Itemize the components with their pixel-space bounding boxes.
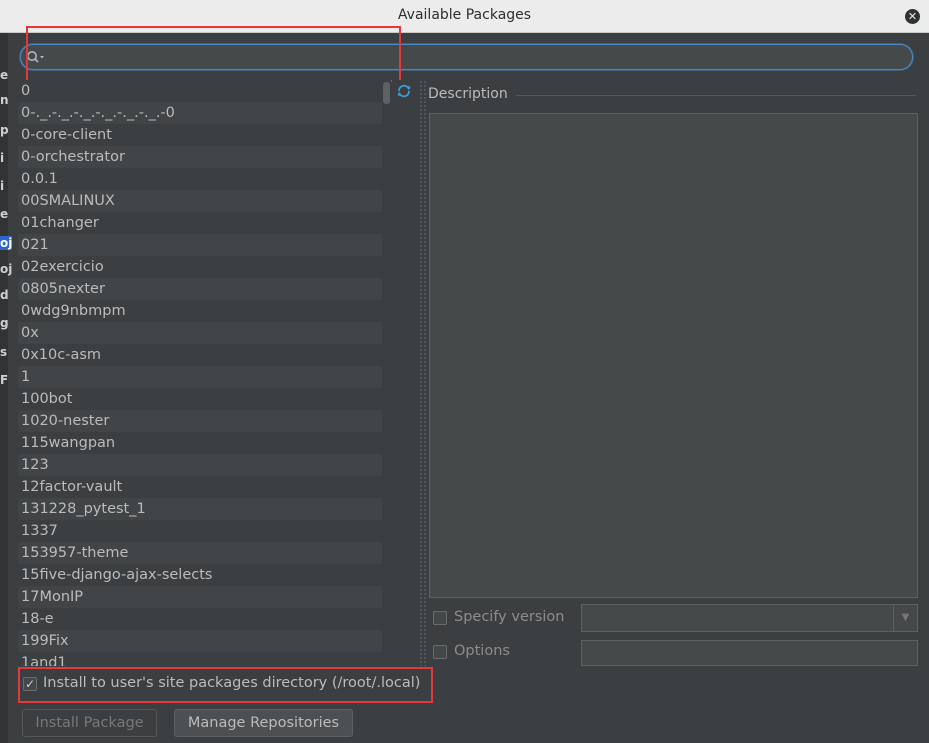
strip-letter: p [0, 123, 9, 137]
strip-letter: d [0, 288, 9, 302]
scrollbar-thumb[interactable] [383, 82, 390, 104]
background-window-strip: e n p i i e oj oj d g s F [0, 33, 13, 743]
search-icon[interactable] [25, 49, 45, 65]
package-list-item[interactable]: 1020-nester [18, 410, 391, 432]
package-list-item[interactable]: 17MonIP [18, 586, 391, 608]
specify-version-label: Specify version [454, 609, 565, 625]
description-panel [429, 113, 918, 598]
install-package-button[interactable]: Install Package [22, 709, 157, 737]
strip-letter: i [0, 151, 5, 165]
install-to-user-label: Install to user's site packages director… [43, 675, 421, 691]
refresh-icon[interactable] [396, 83, 412, 99]
strip-letter: e [0, 207, 9, 221]
package-list-item[interactable]: 1 [18, 366, 391, 388]
manage-repositories-button[interactable]: Manage Repositories [174, 709, 353, 737]
package-list-item[interactable]: 15five-django-ajax-selects [18, 564, 391, 586]
available-packages-dialog: Available Packages ✕ e n p i i e oj oj d… [0, 0, 929, 743]
package-list-item[interactable]: 115wangpan [18, 432, 391, 454]
strip-letter: n [0, 93, 9, 107]
package-list-item[interactable]: 153957-theme [18, 542, 391, 564]
package-list-item[interactable]: 0x10c-asm [18, 344, 391, 366]
package-list-item[interactable]: 0.0.1 [18, 168, 391, 190]
options-input[interactable] [581, 640, 918, 666]
version-select[interactable]: ▼ [581, 604, 918, 632]
panel-splitter[interactable] [419, 80, 427, 666]
chevron-down-icon[interactable]: ▼ [893, 605, 917, 631]
package-list-item[interactable]: 100bot [18, 388, 391, 410]
description-label: Description [428, 86, 508, 102]
window-title: Available Packages [397, 7, 532, 23]
title-bar: Available Packages ✕ [0, 0, 929, 33]
strip-letter: s [0, 345, 8, 359]
strip-letter: oj [0, 262, 13, 276]
package-list-item[interactable]: 0x [18, 322, 391, 344]
package-list-item[interactable]: 199Fix [18, 630, 391, 652]
package-list-item[interactable]: 021 [18, 234, 391, 256]
strip-letter: e [0, 68, 9, 82]
package-list-item[interactable]: 18-e [18, 608, 391, 630]
package-list-item[interactable]: 12factor-vault [18, 476, 391, 498]
options-label: Options [454, 643, 510, 659]
package-list-scrollbar[interactable] [382, 80, 391, 666]
options-checkbox[interactable] [433, 645, 447, 659]
package-list-item[interactable]: 00SMALINUX [18, 190, 391, 212]
strip-letter: F [0, 373, 9, 387]
package-list-item[interactable]: 131228_pytest_1 [18, 498, 391, 520]
package-list-item[interactable]: 1337 [18, 520, 391, 542]
package-list-item[interactable]: 0 [18, 80, 391, 102]
search-field[interactable] [20, 44, 913, 70]
install-to-user-checkbox[interactable]: ✓ [23, 677, 37, 691]
strip-letter: g [0, 316, 9, 330]
description-separator [516, 95, 916, 96]
package-list-item[interactable]: 123 [18, 454, 391, 476]
specify-version-checkbox[interactable] [433, 611, 447, 625]
package-list-item[interactable]: 0wdg9nbmpm [18, 300, 391, 322]
package-list-item[interactable]: 0-core-client [18, 124, 391, 146]
strip-letter: i [0, 179, 5, 193]
package-list-item[interactable]: 0-orchestrator [18, 146, 391, 168]
package-list-item[interactable]: 01changer [18, 212, 391, 234]
package-list-item[interactable]: 0-._.-._.-._.-._.-._.-._.-0 [18, 102, 391, 124]
strip-letter: oj [0, 236, 13, 250]
package-list-item[interactable]: 1and1 [18, 652, 391, 666]
package-list-item[interactable]: 02exercicio [18, 256, 391, 278]
close-icon[interactable]: ✕ [905, 9, 920, 24]
search-input[interactable] [47, 47, 907, 67]
list-toolbar [392, 80, 419, 666]
package-list-item[interactable]: 0805nexter [18, 278, 391, 300]
package-list[interactable]: 0 0-._.-._.-._.-._.-._.-._.-0 0-core-clien… [18, 80, 391, 666]
